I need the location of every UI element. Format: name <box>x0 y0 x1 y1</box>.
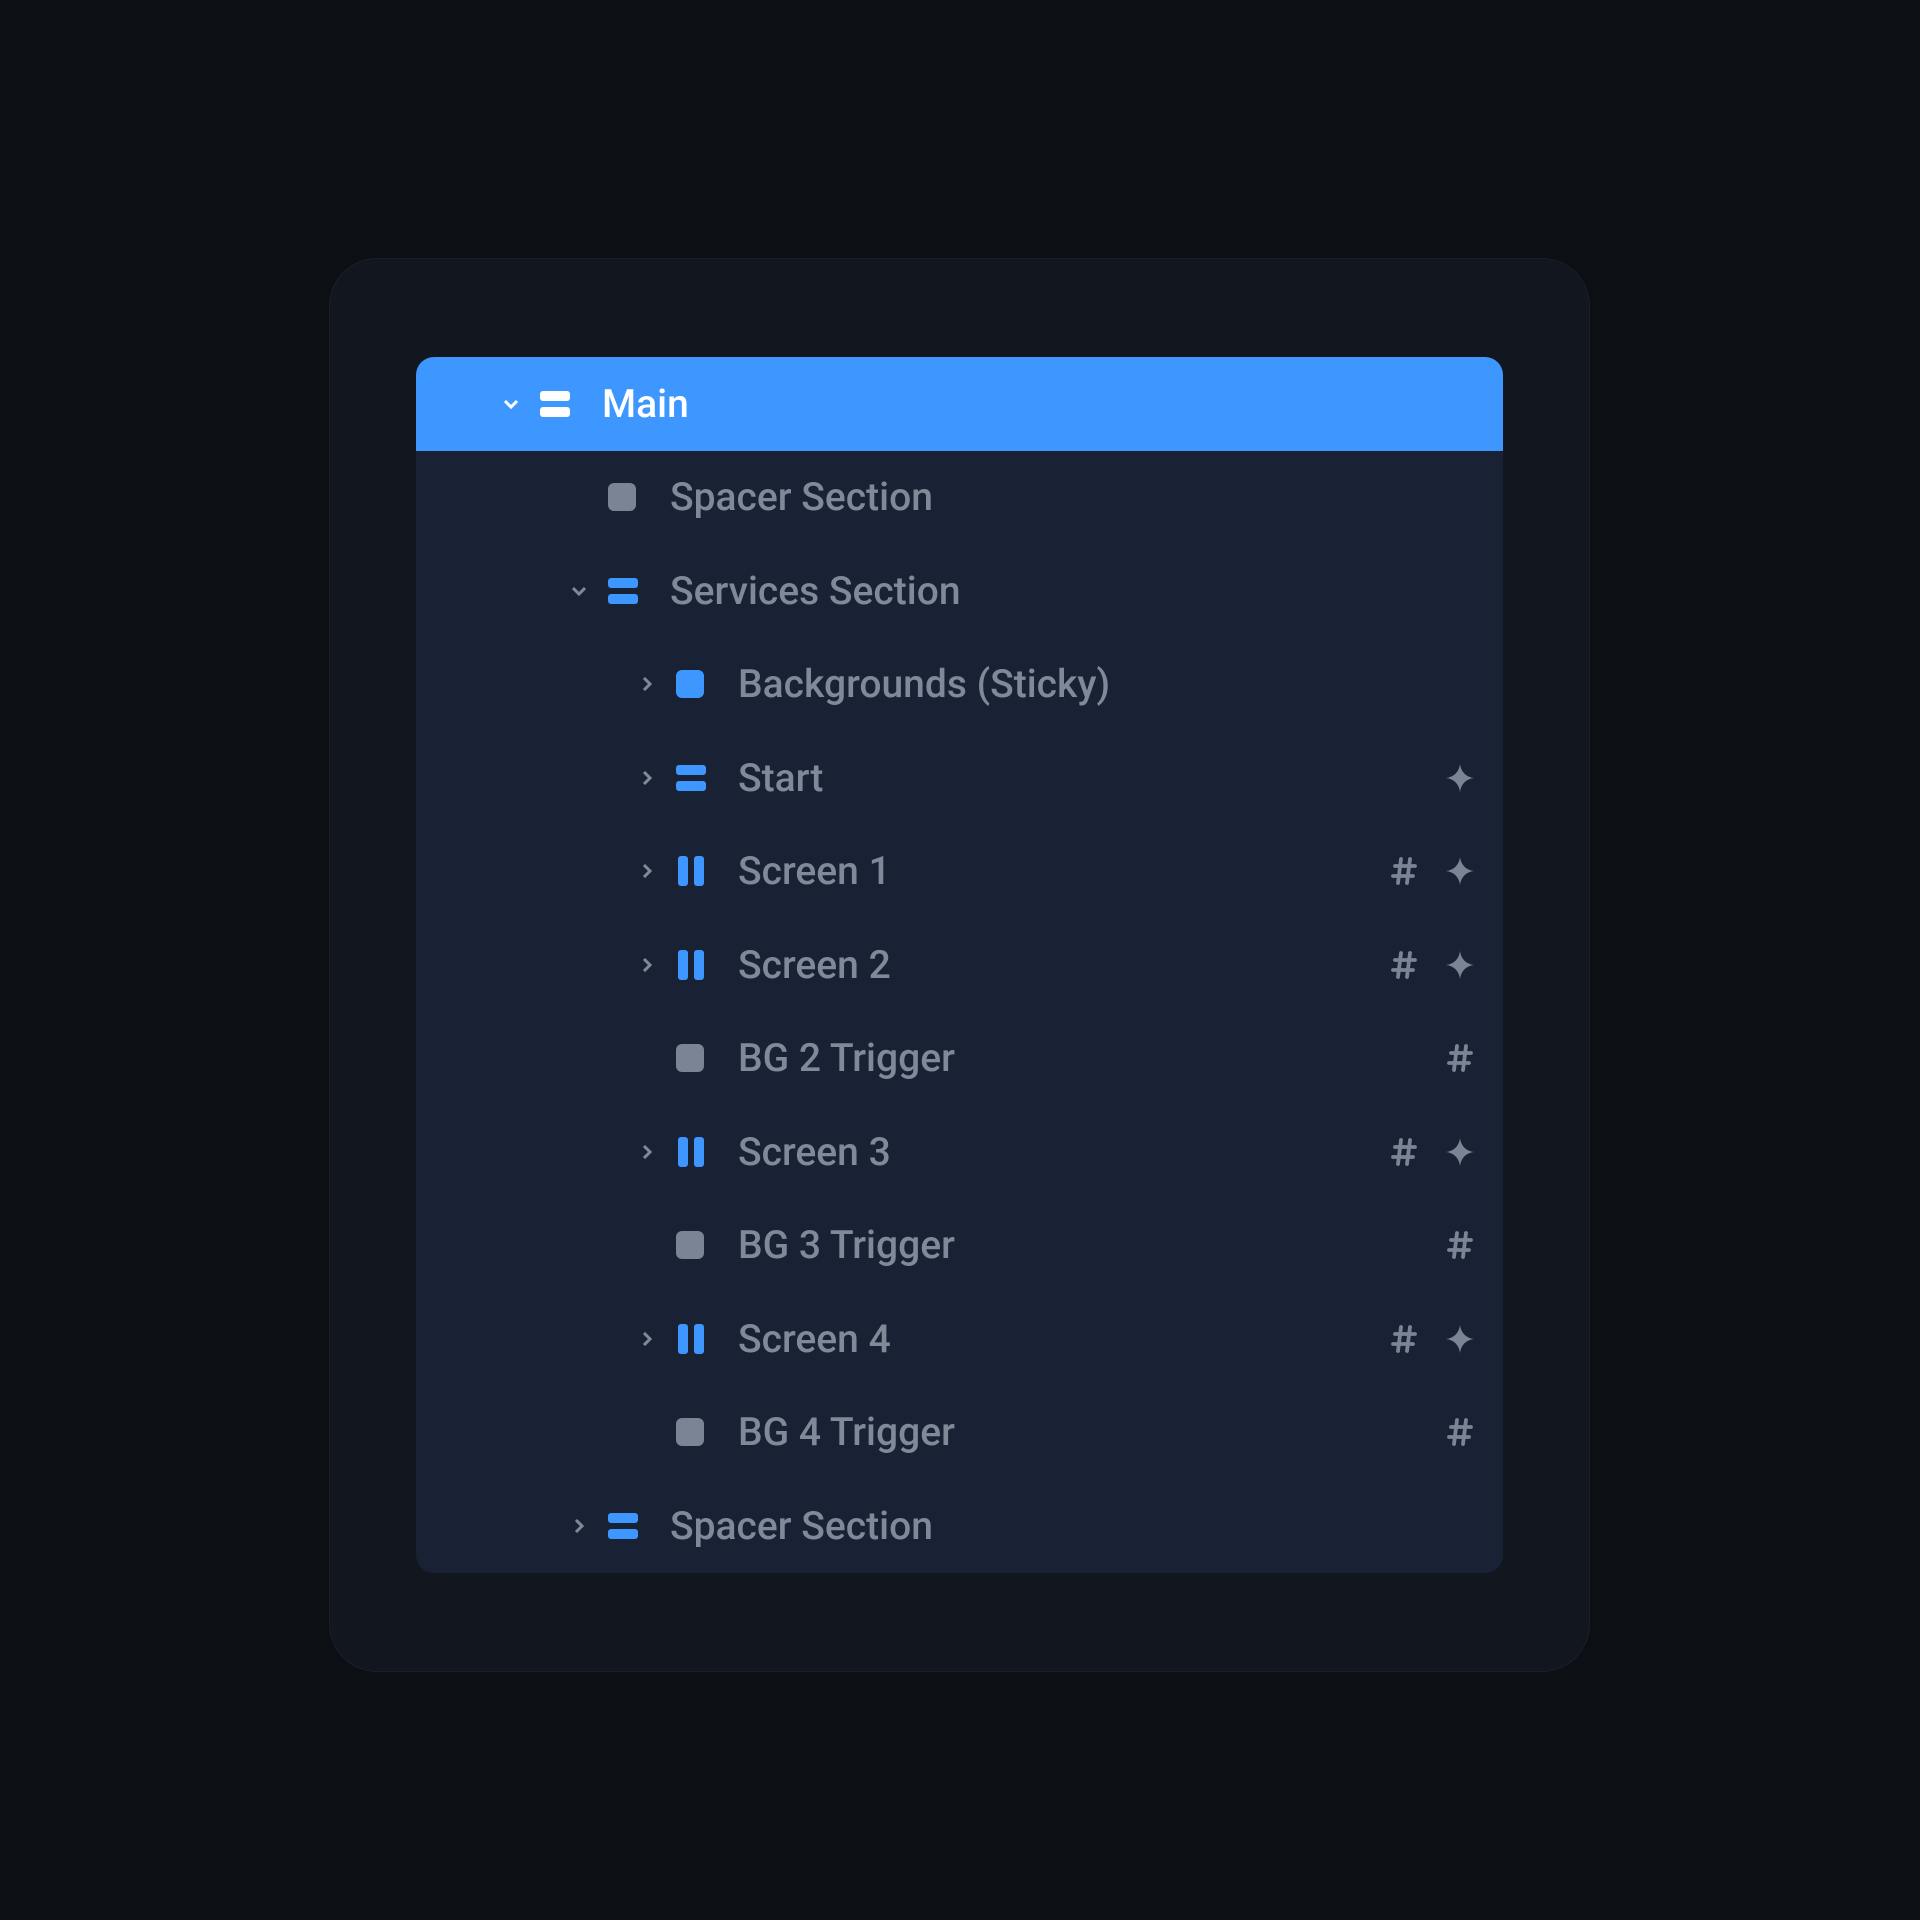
tree-row-label: Screen 2 <box>738 942 891 988</box>
section-icon <box>608 576 670 606</box>
hash-icon <box>1389 856 1419 886</box>
tree-row-label: Screen 3 <box>738 1129 891 1175</box>
row-badges <box>1445 1417 1475 1447</box>
row-badges <box>1389 950 1475 980</box>
tree-row[interactable]: BG 2 Trigger <box>416 1012 1503 1106</box>
chevron-down-icon[interactable] <box>550 584 608 598</box>
chevron-right-icon[interactable] <box>618 677 676 691</box>
hash-icon <box>1445 1417 1475 1447</box>
chevron-right-icon[interactable] <box>618 958 676 972</box>
tree-row[interactable]: BG 4 Trigger <box>416 1386 1503 1480</box>
section-icon <box>608 1511 670 1541</box>
sparkle-icon <box>1445 763 1475 793</box>
tree-row-label: Screen 1 <box>738 848 891 894</box>
tree-row-main[interactable]: Main <box>416 357 1503 451</box>
tree-row[interactable]: Spacer Section <box>416 1479 1503 1573</box>
chevron-right-icon[interactable] <box>618 1332 676 1346</box>
tree-rows: Spacer Section Services Section Background… <box>416 451 1503 1573</box>
columns-icon <box>676 856 738 886</box>
tree-row-label: BG 2 Trigger <box>738 1035 955 1081</box>
navigator-card: Main Spacer Section Services Section Backg… <box>329 258 1590 1672</box>
block-icon <box>608 483 670 511</box>
tree-row-label: Spacer Section <box>670 1503 933 1549</box>
sparkle-icon <box>1445 1324 1475 1354</box>
tree-row-label: BG 3 Trigger <box>738 1222 955 1268</box>
chevron-right-icon[interactable] <box>618 864 676 878</box>
tree-row[interactable]: Start <box>416 731 1503 825</box>
tree-row[interactable]: Screen 1 <box>416 825 1503 919</box>
tree-row[interactable]: Screen 2 <box>416 918 1503 1012</box>
chevron-down-icon[interactable] <box>482 397 540 411</box>
tree-row[interactable]: Screen 4 <box>416 1292 1503 1386</box>
hash-icon <box>1445 1043 1475 1073</box>
sparkle-icon <box>1445 950 1475 980</box>
row-badges <box>1389 1324 1475 1354</box>
row-badges <box>1389 856 1475 886</box>
hash-icon <box>1389 1324 1419 1354</box>
tree-row-label: Main <box>602 381 689 427</box>
tree-row-label: Services Section <box>670 568 961 614</box>
block-icon <box>676 1044 738 1072</box>
row-badges <box>1445 763 1475 793</box>
block-icon <box>676 670 738 698</box>
tree-row[interactable]: Backgrounds (Sticky) <box>416 638 1503 732</box>
block-icon <box>676 1418 738 1446</box>
chevron-right-icon[interactable] <box>618 771 676 785</box>
tree-row-label: Spacer Section <box>670 474 933 520</box>
tree-row[interactable]: Screen 3 <box>416 1105 1503 1199</box>
row-badges <box>1445 1230 1475 1260</box>
block-icon <box>676 1231 738 1259</box>
columns-icon <box>676 1324 738 1354</box>
tree-row-label: Start <box>738 755 823 801</box>
hash-icon <box>1389 950 1419 980</box>
sparkle-icon <box>1445 1137 1475 1167</box>
tree-row[interactable]: Services Section <box>416 544 1503 638</box>
tree-row-label: BG 4 Trigger <box>738 1409 955 1455</box>
hash-icon <box>1445 1230 1475 1260</box>
sparkle-icon <box>1445 856 1475 886</box>
tree-row-label: Screen 4 <box>738 1316 891 1362</box>
chevron-right-icon[interactable] <box>618 1145 676 1159</box>
tree-row-label: Backgrounds (Sticky) <box>738 661 1110 707</box>
columns-icon <box>676 950 738 980</box>
section-icon <box>676 763 738 793</box>
tree-row[interactable]: BG 3 Trigger <box>416 1199 1503 1293</box>
tree-row[interactable]: Spacer Section <box>416 451 1503 545</box>
columns-icon <box>676 1137 738 1167</box>
chevron-right-icon[interactable] <box>550 1519 608 1533</box>
row-badges <box>1389 1137 1475 1167</box>
hash-icon <box>1389 1137 1419 1167</box>
row-badges <box>1445 1043 1475 1073</box>
navigator-panel: Main Spacer Section Services Section Backg… <box>416 357 1503 1573</box>
section-icon <box>540 389 602 419</box>
